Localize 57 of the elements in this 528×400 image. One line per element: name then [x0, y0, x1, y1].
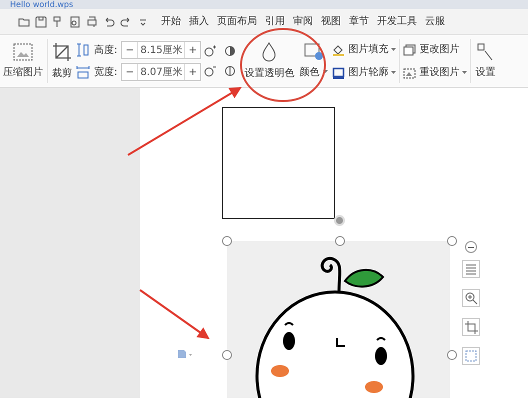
menu-tab[interactable]: 开发工具	[373, 14, 421, 28]
picture-menu-item[interactable]: 图片轮廓	[332, 65, 396, 80]
menu-tab[interactable]: 审阅	[289, 14, 317, 28]
menu-tab[interactable]: 视图	[317, 14, 345, 28]
menu-tab[interactable]: 引用	[261, 14, 289, 28]
plus-button[interactable]: +	[185, 64, 200, 80]
picture-menu-item[interactable]: 更改图片	[403, 42, 468, 57]
menu-tab[interactable]: 开始	[157, 14, 185, 28]
zoom-icon	[464, 291, 478, 305]
settings-icon	[477, 42, 494, 60]
settings-button[interactable]: 设置	[474, 42, 496, 80]
fill-bucket-icon	[332, 44, 346, 56]
contrast-down-icon[interactable]	[224, 65, 236, 77]
crop-button[interactable]: 裁剪	[51, 42, 73, 80]
preview-icon[interactable]	[69, 16, 81, 28]
minus-button[interactable]: −	[122, 42, 138, 58]
plus-button[interactable]: +	[185, 42, 200, 58]
side-toolbar-button[interactable]	[462, 318, 480, 336]
picture-icon	[13, 42, 33, 60]
compress-picture-button[interactable]: 压缩图片	[2, 42, 44, 80]
menu-tab[interactable]: 插入	[185, 14, 213, 28]
picture-frame-icon	[464, 349, 478, 363]
set-transparent-color-button[interactable]: 设置透明色	[243, 42, 296, 80]
brightness-up-icon[interactable]	[204, 45, 216, 57]
layout-options-icon	[464, 262, 478, 276]
side-toolbar-button[interactable]	[462, 347, 480, 365]
size-label: 高度:	[94, 44, 118, 58]
save-icon[interactable]	[35, 16, 47, 28]
crop-icon	[52, 42, 72, 62]
document-tab[interactable]: Hello world.wps	[10, 0, 74, 9]
outline-icon	[332, 66, 346, 78]
reset-picture-icon	[403, 66, 416, 78]
width-icon	[76, 65, 90, 79]
brightness-down-icon[interactable]	[204, 65, 216, 77]
crop-icon	[464, 320, 478, 334]
menu-tab[interactable]: 章节	[345, 14, 373, 28]
menu-tab[interactable]: 云服	[421, 14, 449, 28]
size-field[interactable]: − 8.15厘米 +	[121, 41, 202, 59]
picture-menu-item[interactable]: 图片填充	[332, 42, 396, 57]
size-label: 宽度:	[94, 66, 118, 80]
color-button[interactable]: 颜色	[298, 42, 330, 80]
picture-menu-item[interactable]: 重设图片	[403, 65, 468, 80]
contrast-up-icon[interactable]	[224, 45, 236, 57]
side-toolbar-button[interactable]	[462, 260, 480, 278]
drop-icon	[261, 42, 278, 62]
pointer-arrow	[139, 289, 210, 340]
folder-icon[interactable]	[18, 16, 30, 28]
print-icon[interactable]	[86, 16, 98, 28]
minus-button[interactable]: −	[122, 64, 138, 80]
change-picture-icon	[403, 44, 416, 56]
redo-icon[interactable]	[120, 16, 132, 28]
size-field[interactable]: − 8.07厘米 +	[121, 63, 202, 81]
height-icon	[76, 43, 90, 57]
undo-icon[interactable]	[103, 16, 115, 28]
menu-tab[interactable]: 页面布局	[213, 14, 261, 28]
side-toolbar-button[interactable]	[462, 289, 480, 307]
picture-color-icon	[304, 42, 324, 60]
